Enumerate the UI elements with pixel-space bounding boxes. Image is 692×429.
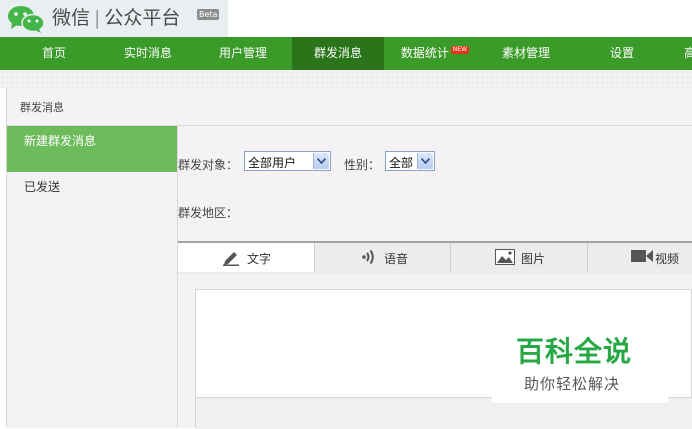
gender-label: 性别： (344, 158, 381, 172)
nav-item-mass-message[interactable]: 群发消息 (292, 37, 384, 70)
image-icon (495, 249, 515, 265)
chevron-down-icon (313, 153, 329, 169)
nav-item-realtime-messages[interactable]: 实时消息 (114, 37, 182, 70)
tab-voice[interactable]: 语音 (315, 243, 451, 272)
tab-video[interactable]: 视频 (588, 243, 692, 272)
target-select[interactable]: 全部用户 (244, 151, 331, 171)
message-type-tabs: 文字 语音 图片 视频 (178, 241, 692, 274)
tab-text[interactable]: 文字 (178, 243, 315, 272)
main-nav: 首页 实时消息 用户管理 群发消息 数据统计 NEW 素材管理 设置 高 (0, 37, 692, 70)
nav-item-settings[interactable]: 设置 (600, 37, 644, 70)
pattern-strip (0, 70, 692, 88)
breadcrumb: 群发消息 (20, 101, 64, 114)
region-label: 群发地区： (178, 206, 239, 220)
chevron-down-icon (417, 153, 433, 169)
target-label: 群发对象： (178, 158, 239, 172)
new-badge: NEW (450, 46, 470, 54)
nav-item-statistics[interactable]: 数据统计 NEW (394, 37, 476, 70)
video-icon (631, 250, 653, 262)
pencil-icon (223, 252, 239, 266)
sidebar-item-sent[interactable]: 已发送 (24, 178, 60, 195)
watermark: 百科全说 助你轻松解决 (492, 330, 668, 403)
watermark-title: 百科全说 (516, 335, 633, 368)
logo[interactable]: 微信 | 公众平台 Beta (0, 0, 228, 37)
logo-text: 微信 | 公众平台 (52, 7, 181, 29)
nav-item-home[interactable]: 首页 (28, 37, 80, 70)
wechat-logo-icon (8, 6, 45, 33)
sidebar-item-new-mass-message[interactable]: 新建群发消息 (7, 126, 178, 172)
nav-item-user-management[interactable]: 用户管理 (208, 37, 278, 70)
gender-select[interactable]: 全部 (385, 151, 435, 171)
beta-badge: Beta (197, 9, 220, 20)
nav-item-materials[interactable]: 素材管理 (494, 37, 558, 70)
watermark-subtitle: 助你轻松解决 (524, 375, 621, 393)
nav-item-advanced[interactable]: 高 (680, 37, 692, 70)
logo-bar: 微信 | 公众平台 Beta (0, 0, 692, 37)
tab-image[interactable]: 图片 (451, 243, 588, 272)
sound-icon (362, 249, 374, 265)
